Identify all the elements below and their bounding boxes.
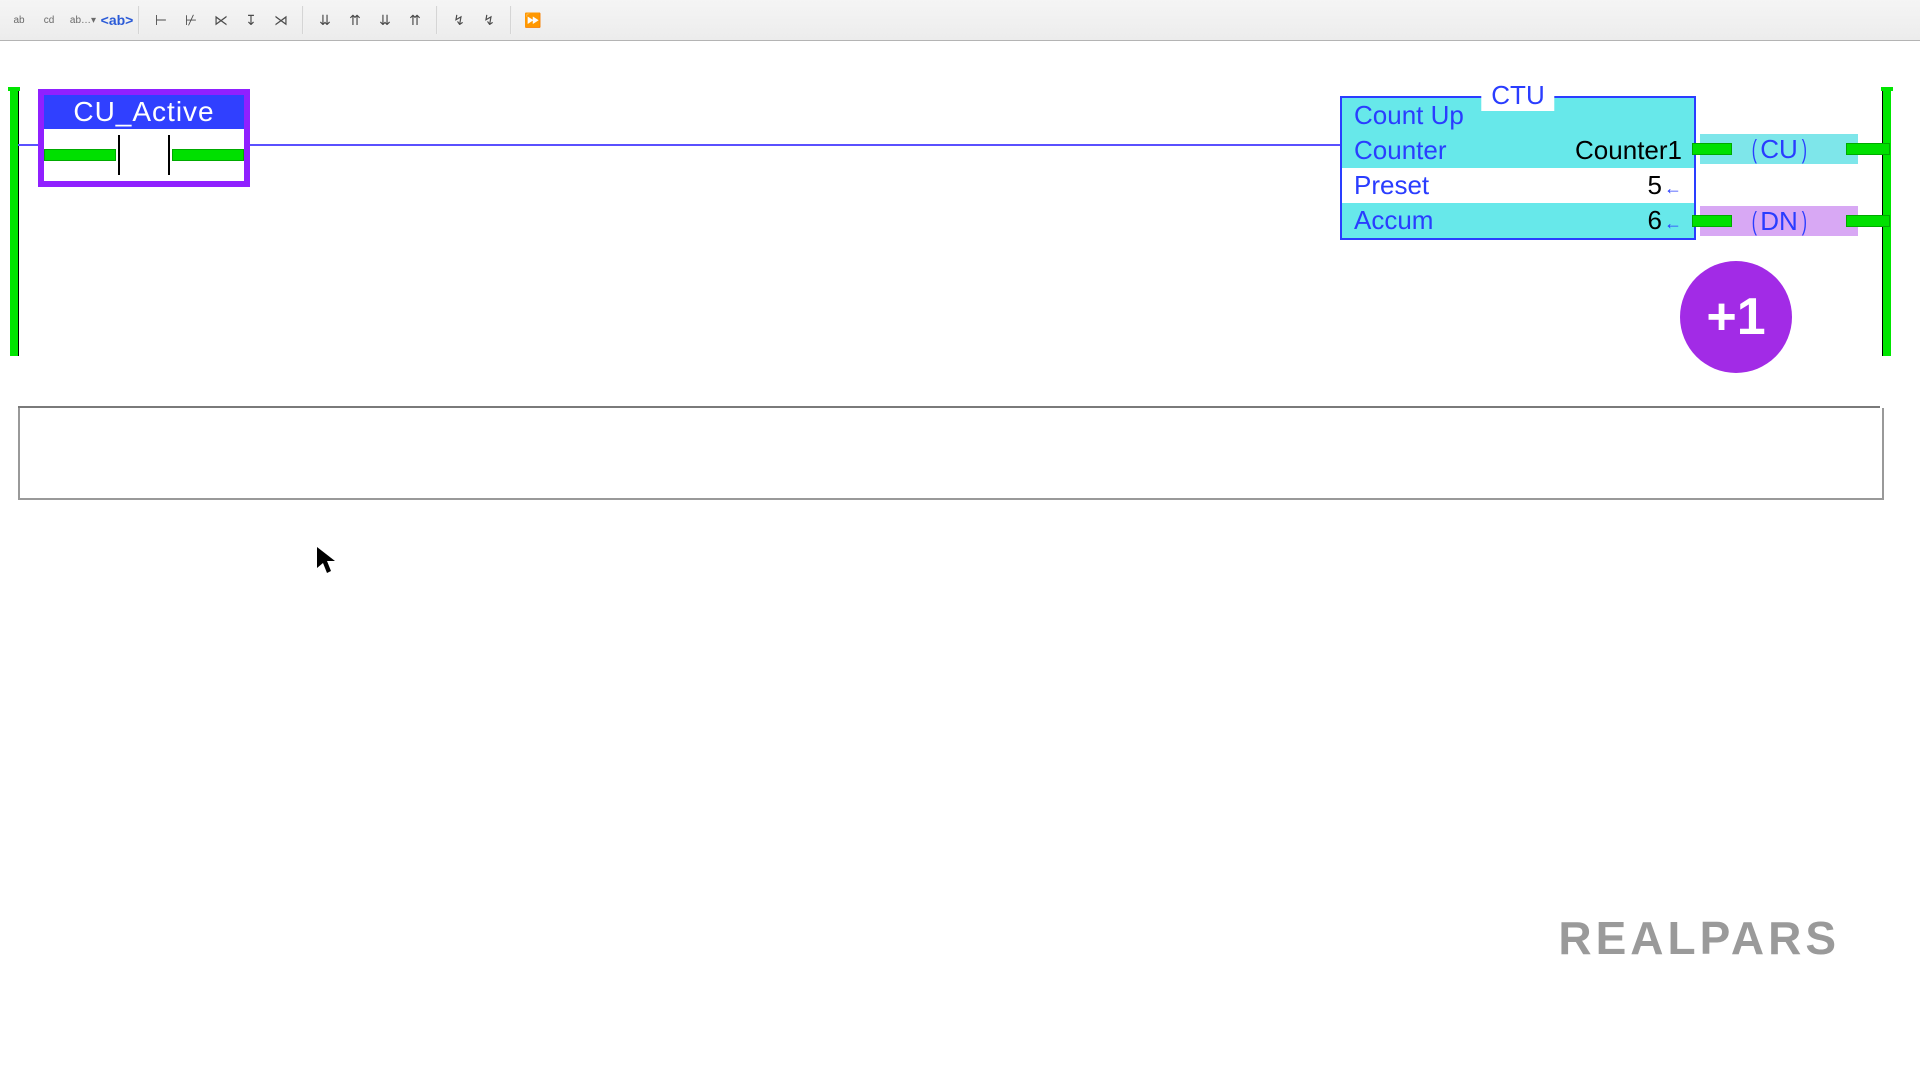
ctu-type-label: Count Up xyxy=(1354,100,1464,131)
contact-symbol xyxy=(44,129,244,181)
coil-dn-label: DN xyxy=(1760,206,1798,236)
ctu-counter-label: Counter xyxy=(1354,135,1447,166)
toolbar-btn-run[interactable]: ⏩ xyxy=(520,7,546,33)
toolbar-btn-down1[interactable]: ⇊ xyxy=(312,7,338,33)
toolbar-separator xyxy=(138,6,140,34)
ctu-title: CTU xyxy=(1481,80,1554,111)
toolbar-btn-dropdown[interactable]: ab… ▾ xyxy=(66,7,100,33)
toolbar-separator xyxy=(436,6,438,34)
ctu-preset-value: 5 xyxy=(1648,170,1662,200)
watermark-logo: REALPARS xyxy=(1558,911,1840,965)
toolbar-separator xyxy=(302,6,304,34)
next-rung-outline xyxy=(18,408,1884,500)
toolbar-btn-2[interactable]: cd xyxy=(36,7,62,33)
toolbar-btn-tag[interactable]: <ab> xyxy=(104,7,130,33)
ctu-row-accum[interactable]: Accum 6← xyxy=(1342,203,1694,238)
toolbar-separator xyxy=(510,6,512,34)
toolbar-btn-1[interactable]: ab xyxy=(6,7,32,33)
coil-dn[interactable]: DN xyxy=(1700,206,1858,236)
toolbar-btn-up1[interactable]: ⇈ xyxy=(342,7,368,33)
ctu-accum-value: 6 xyxy=(1648,205,1662,235)
ctu-counter-value: Counter1 xyxy=(1575,135,1682,166)
toolbar-btn-branch[interactable]: ⊬ xyxy=(178,7,204,33)
toolbar-btn-xio[interactable]: ⋊ xyxy=(268,7,294,33)
contact-xic-cu-active[interactable]: CU_Active xyxy=(38,89,250,187)
increment-badge: +1 xyxy=(1680,261,1792,373)
ctu-instruction-block[interactable]: CTU Count Up Counter Counter1 Preset 5← … xyxy=(1340,96,1696,240)
contact-tag-label: CU_Active xyxy=(44,95,244,129)
ctu-preset-label: Preset xyxy=(1354,170,1429,201)
ctu-row-counter[interactable]: Counter Counter1 xyxy=(1342,133,1694,168)
coil-cu[interactable]: CU xyxy=(1700,134,1858,164)
toolbar-btn-insert1[interactable]: ↧ xyxy=(238,7,264,33)
toolbar-btn-force2[interactable]: ↯ xyxy=(476,7,502,33)
left-power-rail xyxy=(10,91,19,356)
coil-cu-label: CU xyxy=(1760,134,1798,164)
toolbar-btn-force1[interactable]: ↯ xyxy=(446,7,472,33)
toolbar-btn-rung[interactable]: ⊢ xyxy=(148,7,174,33)
toolbar: ab cd ab… ▾ <ab> ⊢ ⊬ ⋉ ↧ ⋊ ⇊ ⇈ ⇊ ⇈ ↯ ↯ ⏩ xyxy=(0,0,1920,41)
ctu-accum-label: Accum xyxy=(1354,205,1433,236)
toolbar-btn-xic[interactable]: ⋉ xyxy=(208,7,234,33)
toolbar-btn-down2[interactable]: ⇊ xyxy=(372,7,398,33)
ctu-row-preset[interactable]: Preset 5← xyxy=(1342,168,1694,203)
ladder-canvas: CU_Active CTU Count Up Counter Counter1 … xyxy=(0,41,1920,1080)
toolbar-btn-up2[interactable]: ⇈ xyxy=(402,7,428,33)
